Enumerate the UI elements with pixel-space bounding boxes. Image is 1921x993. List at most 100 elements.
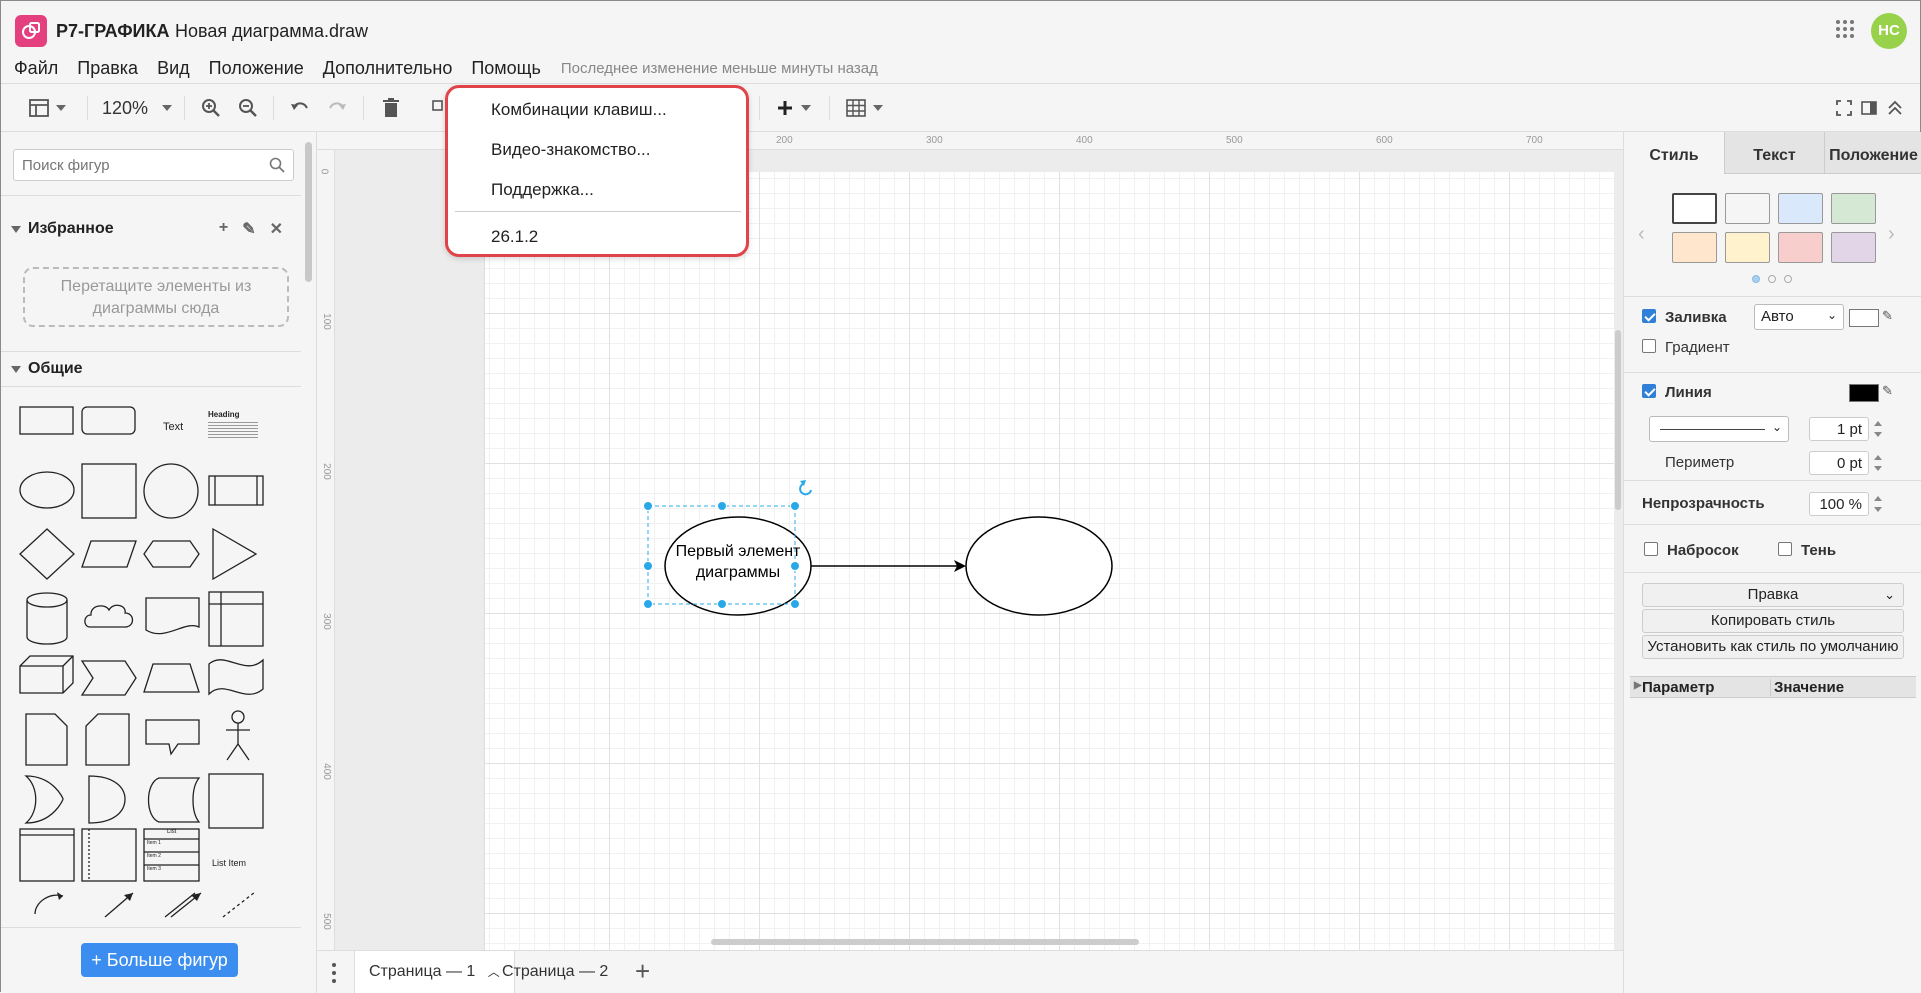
undo-button[interactable]: [289, 96, 309, 120]
eyedropper-icon[interactable]: ✎: [1882, 308, 1893, 324]
add-page-icon[interactable]: +: [635, 958, 650, 984]
zoom-in-button[interactable]: [201, 96, 221, 120]
apps-grid-icon[interactable]: [1836, 20, 1854, 38]
redo-button[interactable]: [328, 96, 348, 120]
menu-edit[interactable]: Правка: [77, 58, 138, 79]
menu-help[interactable]: Помощь: [471, 58, 541, 79]
vertical-swimlane-shape[interactable]: [81, 828, 137, 882]
opacity-input[interactable]: 100 %: [1809, 492, 1869, 516]
fullscreen-button[interactable]: [1836, 96, 1852, 120]
cube-shape[interactable]: [19, 655, 74, 694]
canvas-vertical-scrollbar[interactable]: [1615, 330, 1621, 510]
swimlane-shape[interactable]: [19, 828, 75, 882]
shape-heading-label[interactable]: Heading: [208, 410, 240, 419]
diagram-node-second[interactable]: [965, 516, 1113, 616]
circle-shape[interactable]: [143, 463, 199, 519]
style-swatch[interactable]: [1778, 193, 1823, 224]
sketch-checkbox[interactable]: [1644, 542, 1658, 556]
stored-data-shape[interactable]: [147, 777, 201, 823]
collapse-toolbar-button[interactable]: [1887, 96, 1903, 120]
parallelogram-shape[interactable]: [81, 540, 137, 568]
actor-shape[interactable]: [226, 710, 250, 761]
swatch-pager[interactable]: [1752, 275, 1792, 283]
style-swatch[interactable]: [1672, 232, 1717, 263]
style-swatch[interactable]: [1725, 193, 1770, 224]
line-width-input[interactable]: 1 pt: [1809, 417, 1869, 441]
page-tab-2[interactable]: Страница — 2: [488, 951, 622, 993]
triangle-shape[interactable]: [212, 527, 258, 581]
eyedropper-icon[interactable]: ✎: [1882, 383, 1893, 399]
search-icon[interactable]: [269, 157, 285, 173]
shape-list-item-label[interactable]: List Item: [212, 858, 246, 868]
canvas-horizontal-scrollbar[interactable]: [711, 939, 1139, 945]
zoom-out-button[interactable]: [238, 96, 258, 120]
panels-toggle-button[interactable]: [29, 96, 66, 120]
rounded-rectangle-shape[interactable]: [81, 406, 136, 435]
ellipse-shape[interactable]: [19, 471, 75, 509]
diamond-shape[interactable]: [19, 528, 75, 580]
data-storage-shape[interactable]: [88, 775, 126, 824]
help-keyboard-shortcuts[interactable]: Комбинации клавиш...: [491, 100, 667, 120]
callout-shape[interactable]: [145, 719, 200, 756]
line-pattern-select[interactable]: ⌄: [1649, 416, 1789, 442]
menu-arrange[interactable]: Положение: [209, 58, 304, 79]
style-swatch[interactable]: [1831, 232, 1876, 263]
help-support[interactable]: Поддержка...: [491, 180, 594, 200]
tab-arrange[interactable]: Положение: [1824, 132, 1921, 174]
table-button[interactable]: [846, 96, 883, 120]
tape-shape[interactable]: [208, 658, 264, 696]
page-menu-icon[interactable]: [332, 963, 336, 983]
zoom-select[interactable]: 120%: [102, 96, 173, 120]
card-shape[interactable]: [85, 713, 130, 766]
container-shape[interactable]: [208, 773, 264, 829]
tab-text[interactable]: Текст: [1724, 132, 1824, 174]
rectangle-shape[interactable]: [19, 406, 74, 435]
fill-type-select[interactable]: Авто ⌄: [1754, 304, 1844, 330]
gradient-checkbox[interactable]: [1642, 339, 1656, 353]
copy-style-button[interactable]: Копировать стиль: [1642, 609, 1904, 633]
menu-file[interactable]: Файл: [14, 58, 58, 79]
sidebar-scrollbar[interactable]: [305, 142, 312, 282]
document-shape[interactable]: [145, 597, 200, 635]
shape-search-input[interactable]: [13, 149, 294, 181]
style-swatch[interactable]: [1778, 232, 1823, 263]
tab-style[interactable]: Стиль: [1624, 132, 1724, 174]
add-favorite-icon[interactable]: +: [219, 219, 228, 239]
delete-button[interactable]: [382, 96, 400, 120]
style-swatch[interactable]: [1725, 232, 1770, 263]
set-default-style-button[interactable]: Установить как стиль по умолчанию: [1642, 635, 1904, 659]
line-checkbox[interactable]: [1642, 384, 1656, 398]
chevron-left-icon[interactable]: ‹: [1638, 223, 1645, 246]
perimeter-input[interactable]: 0 pt: [1809, 451, 1869, 475]
line-color-button[interactable]: [1849, 384, 1879, 402]
hexagon-shape[interactable]: [143, 540, 200, 568]
more-shapes-button[interactable]: + Больше фигур: [81, 943, 238, 977]
dashed-line-shape[interactable]: [222, 891, 256, 918]
menu-view[interactable]: Вид: [157, 58, 190, 79]
internal-storage-shape[interactable]: [208, 591, 264, 647]
expand-triangle-icon[interactable]: ▶: [1634, 680, 1642, 691]
square-shape[interactable]: [81, 463, 137, 519]
style-swatch[interactable]: [1831, 193, 1876, 224]
fill-checkbox[interactable]: [1642, 309, 1656, 323]
document-title[interactable]: Новая диаграмма.draw: [175, 21, 368, 42]
style-swatch[interactable]: [1672, 193, 1717, 224]
note-shape[interactable]: [25, 713, 68, 766]
favorites-section-header[interactable]: Избранное + ✎ ✕: [1, 214, 301, 244]
general-section-header[interactable]: Общие: [1, 354, 301, 384]
or-shape[interactable]: [24, 775, 64, 824]
shape-text-label[interactable]: Text: [163, 421, 183, 433]
close-favorite-icon[interactable]: ✕: [270, 219, 283, 239]
edit-style-dropdown[interactable]: Правка ⌄: [1642, 583, 1904, 607]
perimeter-stepper[interactable]: [1873, 452, 1883, 474]
step-shape[interactable]: [80, 660, 137, 696]
menu-extras[interactable]: Дополнительно: [323, 58, 453, 79]
fill-color-button[interactable]: [1849, 309, 1879, 327]
user-avatar[interactable]: НС: [1871, 13, 1907, 49]
insert-button[interactable]: [776, 96, 811, 120]
cylinder-shape[interactable]: [26, 592, 68, 645]
format-panel-toggle[interactable]: [1861, 96, 1877, 120]
edit-favorite-icon[interactable]: ✎: [242, 219, 255, 239]
chevron-right-icon[interactable]: ›: [1888, 223, 1895, 246]
line-width-stepper[interactable]: [1873, 418, 1883, 440]
